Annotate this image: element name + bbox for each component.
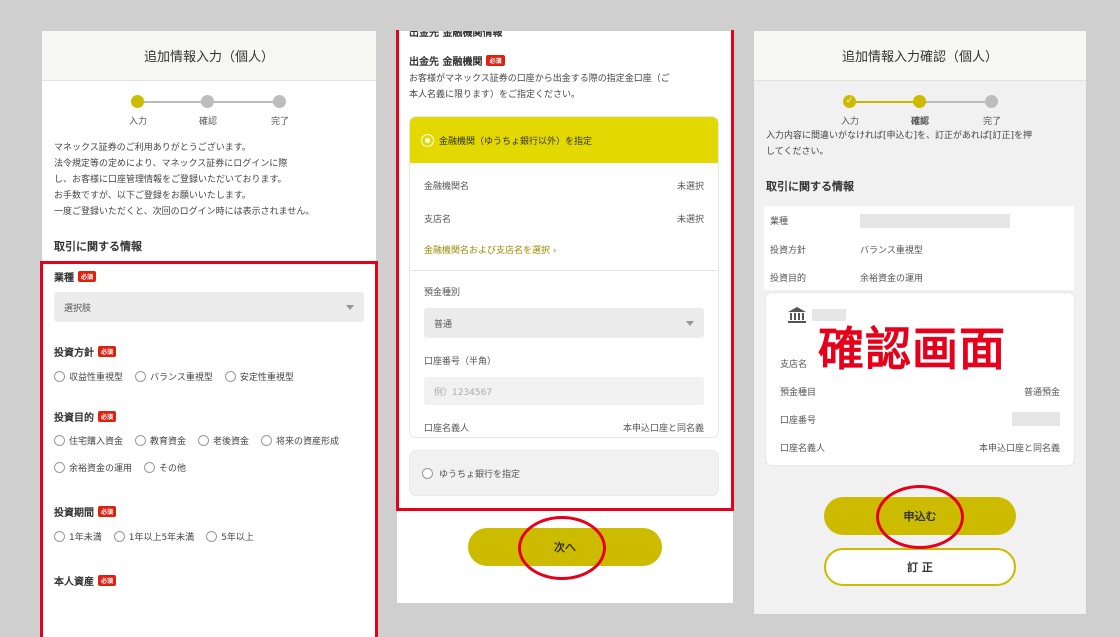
highlight-ring	[876, 485, 964, 549]
step-dot-complete	[273, 95, 286, 108]
info-row: 業種	[770, 206, 1068, 235]
info-value: バランス重視型	[860, 246, 923, 256]
info-row: 投資目的 余裕資金の運用	[770, 264, 1068, 290]
intro-line: 法令規定等の定めにより、マネックス証券にログインに際	[54, 159, 288, 169]
masked-value	[860, 213, 1010, 228]
info-value: 余裕資金の運用	[860, 273, 924, 284]
section-title: 取引に関する情報	[766, 180, 854, 193]
highlight-frame	[396, 30, 734, 511]
info-row: 投資方針 バランス重視型	[770, 235, 1068, 264]
holder-label: 口座名義人	[780, 443, 826, 454]
step-label-confirm: 確認	[910, 117, 930, 127]
edit-button[interactable]: 訂 正	[824, 548, 1016, 586]
step-indicator: 入力 確認 完了	[42, 92, 376, 140]
type-value: 普通預金	[1023, 387, 1060, 398]
step-label-confirm: 確認	[198, 117, 218, 127]
intro-line: してください。	[766, 147, 829, 157]
intro-text: マネックス証券のご利用ありがとうございます。 法令規定等の定めにより、マネックス…	[42, 140, 376, 220]
step-label-input: 入力	[840, 117, 860, 127]
intro-line: し、お客様に口座管理情報をご登録いただいております。	[54, 175, 287, 185]
info-label: 業種	[770, 217, 789, 227]
page-title: 追加情報入力（個人）	[42, 31, 376, 81]
summary-row: 口座番号	[780, 405, 1060, 433]
intro-line: マネックス証券のご利用ありがとうございます。	[54, 143, 251, 153]
check-icon: ✓	[843, 95, 856, 108]
info-label: 投資方針	[770, 246, 807, 256]
masked-number	[1012, 412, 1060, 426]
step-label-input: 入力	[128, 117, 148, 127]
branch-label: 支店名	[780, 359, 808, 370]
summary-row: 口座名義人 本申込口座と同名義	[780, 433, 1060, 461]
info-label: 投資目的	[770, 273, 807, 284]
intro-line: 一度ご登録いただくと、次回のログイン時には表示されません。	[54, 207, 315, 217]
step-dot-input	[131, 95, 144, 108]
holder-value: 本申込口座と同名義	[978, 443, 1060, 454]
highlight-ring	[518, 516, 606, 580]
intro-line: お手数ですが、以下ご登録をお願いいたします。	[54, 191, 251, 201]
page-title: 追加情報入力確認（個人）	[754, 31, 1086, 81]
bank-icon	[788, 307, 806, 323]
number-label: 口座番号	[780, 415, 817, 426]
section-title: 取引に関する情報	[54, 240, 142, 253]
step-label-complete: 完了	[270, 117, 290, 127]
step-label-complete: 完了	[982, 117, 1002, 127]
step-dot-complete	[985, 95, 998, 108]
highlight-frame	[40, 261, 378, 637]
confirm-screen-annotation: 確認画面	[817, 321, 1006, 377]
type-label: 預金種目	[780, 387, 817, 398]
step-indicator: ✓ 入力 確認 完了	[754, 92, 1086, 140]
trade-info-list: 業種 投資方針 バランス重視型 投資目的 余裕資金の運用	[764, 206, 1074, 290]
step-dot-confirm	[913, 95, 926, 108]
step-dot-confirm	[201, 95, 214, 108]
summary-row: 預金種目 普通預金	[780, 377, 1060, 405]
